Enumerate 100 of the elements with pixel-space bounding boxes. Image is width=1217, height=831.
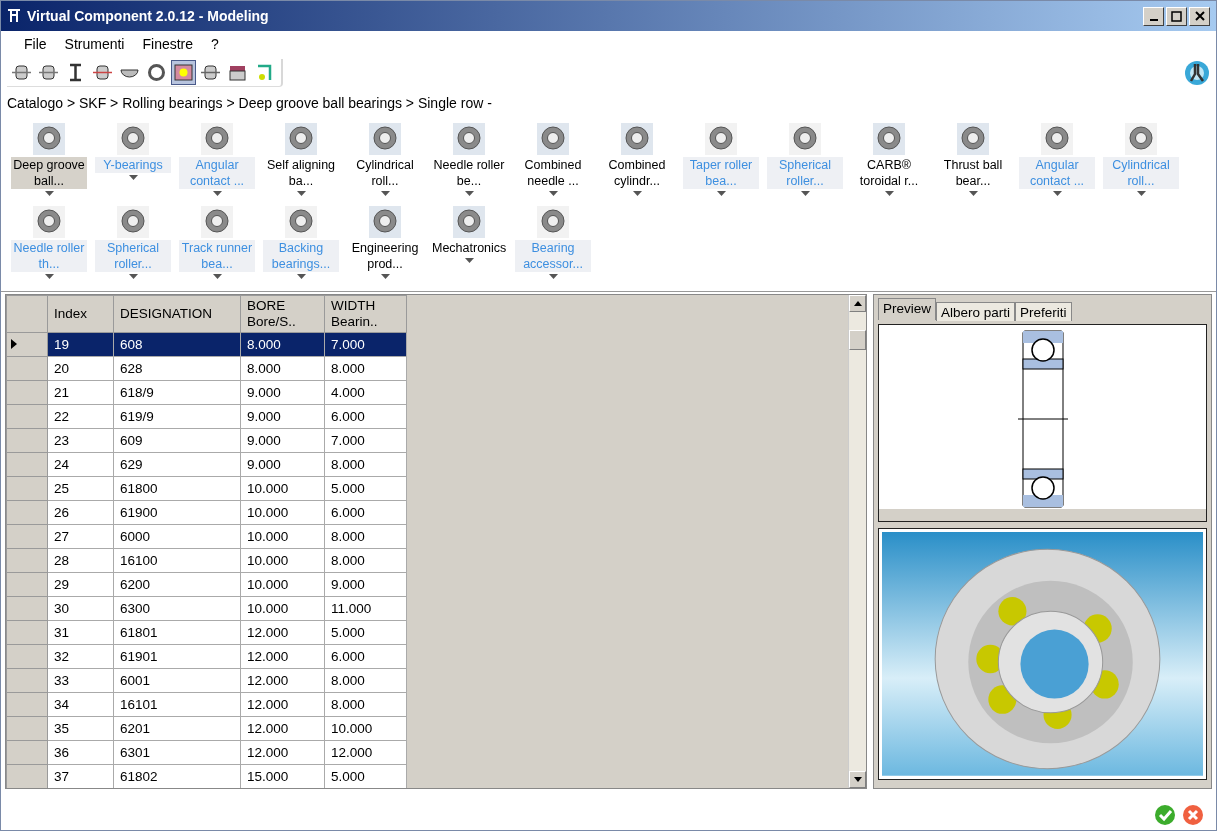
table-cell: 16100 xyxy=(113,548,241,573)
table-cell: 629 xyxy=(113,452,241,477)
column-header[interactable]: BORE Bore/S.. xyxy=(240,295,325,333)
tool-icon xyxy=(200,62,221,83)
dropdown-caret-icon[interactable] xyxy=(968,191,978,196)
dropdown-caret-icon[interactable] xyxy=(380,274,390,279)
table-cell: 6200 xyxy=(113,572,241,597)
dropdown-caret-icon[interactable] xyxy=(1136,191,1146,196)
category-item[interactable]: Combined cylindr... xyxy=(599,157,675,189)
minimize-button[interactable] xyxy=(1143,6,1164,26)
category-item[interactable]: Thrust ball bear... xyxy=(935,157,1011,189)
table-cell: 61901 xyxy=(113,644,241,669)
bearing-icon xyxy=(705,123,737,155)
table-cell: 6300 xyxy=(113,596,241,621)
close-icon xyxy=(1194,11,1205,21)
tool-icon xyxy=(146,62,167,83)
table-cell: 609 xyxy=(113,428,241,453)
toolbar-button[interactable] xyxy=(171,60,196,85)
bearing-icon xyxy=(873,123,905,155)
category-item[interactable]: Deep groove ball... xyxy=(11,157,87,189)
category-item[interactable]: Cylindrical roll... xyxy=(347,157,423,189)
menu-item[interactable]: Finestre xyxy=(133,36,203,52)
bearing-icon xyxy=(117,123,149,155)
minimize-icon xyxy=(1149,19,1158,21)
app-icon xyxy=(7,8,21,24)
bearing-icon xyxy=(201,123,233,155)
table-cell: 61800 xyxy=(113,476,241,501)
bearing-icon xyxy=(117,206,149,238)
dropdown-caret-icon[interactable] xyxy=(548,191,558,196)
bearing-icon xyxy=(285,206,317,238)
scrollbar[interactable] xyxy=(848,295,866,788)
column-header[interactable]: Index xyxy=(47,295,114,333)
dropdown-caret-icon[interactable] xyxy=(212,191,222,196)
category-item[interactable]: Self aligning ba... xyxy=(263,157,339,189)
table-cell: 61900 xyxy=(113,500,241,525)
scroll-thumb[interactable] xyxy=(849,330,866,350)
bearing-icon xyxy=(33,123,65,155)
tab[interactable]: Albero parti xyxy=(936,302,1016,322)
confirm-icon[interactable] xyxy=(1154,804,1176,826)
bearing-icon xyxy=(621,123,653,155)
bearing-icon xyxy=(957,123,989,155)
tab[interactable]: Preview xyxy=(878,298,936,321)
tab[interactable]: Preferiti xyxy=(1015,302,1072,322)
tool-icon xyxy=(173,62,194,83)
bearing-icon xyxy=(789,123,821,155)
dropdown-caret-icon[interactable] xyxy=(716,191,726,196)
table-cell: 16101 xyxy=(113,692,241,717)
table-cell: 608 xyxy=(113,332,241,357)
bearing-icon xyxy=(285,123,317,155)
row-pointer-icon xyxy=(11,339,17,349)
bearing-icon xyxy=(453,206,485,238)
table-cell: 619/9 xyxy=(113,404,241,429)
table-cell: 6001 xyxy=(113,668,241,693)
cancel-icon[interactable] xyxy=(1182,804,1204,826)
menu-item[interactable]: Strumenti xyxy=(55,36,134,52)
category-item[interactable]: Combined needle ... xyxy=(515,157,591,189)
category-item[interactable]: CARB® toroidal r... xyxy=(851,157,927,189)
dropdown-caret-icon[interactable] xyxy=(464,258,474,263)
scroll-down-icon xyxy=(853,777,862,782)
dropdown-caret-icon[interactable] xyxy=(632,191,642,196)
table-cell: 6201 xyxy=(113,716,241,741)
table-cell: 6301 xyxy=(113,740,241,765)
maximize-button[interactable] xyxy=(1166,6,1187,26)
bearing-icon xyxy=(369,206,401,238)
bearing-icon xyxy=(369,123,401,155)
bearing-icon xyxy=(537,206,569,238)
dropdown-caret-icon[interactable] xyxy=(128,274,138,279)
dropdown-caret-icon[interactable] xyxy=(212,274,222,279)
dropdown-caret-icon[interactable] xyxy=(884,191,894,196)
column-header[interactable]: WIDTH Bearin.. xyxy=(324,295,407,333)
table-cell: 628 xyxy=(113,356,241,381)
menu-item[interactable]: File xyxy=(15,36,56,52)
breadcrumb: Catalogo > SKF > Rolling bearings > Deep groove ball bearings > Single row - xyxy=(6,94,493,113)
bearing-icon xyxy=(453,123,485,155)
dropdown-caret-icon[interactable] xyxy=(296,274,306,279)
dropdown-caret-icon[interactable] xyxy=(128,175,138,180)
table-cell: 61801 xyxy=(113,620,241,645)
dropdown-caret-icon[interactable] xyxy=(1052,191,1062,196)
dropdown-caret-icon[interactable] xyxy=(800,191,810,196)
tool-icon xyxy=(11,62,32,83)
menu-item[interactable]: ? xyxy=(202,36,228,52)
close-button[interactable] xyxy=(1189,6,1210,26)
dropdown-caret-icon[interactable] xyxy=(44,274,54,279)
wrench-icon[interactable] xyxy=(1184,60,1210,86)
bearing-icon xyxy=(33,206,65,238)
category-item[interactable]: Mechatronics xyxy=(431,240,507,256)
row-header[interactable] xyxy=(6,332,48,357)
scroll-up-icon xyxy=(853,301,862,306)
table-cell: 61802 xyxy=(113,764,241,788)
category-item[interactable]: Engineering prod... xyxy=(347,240,423,272)
dropdown-caret-icon[interactable] xyxy=(380,191,390,196)
table-cell: 618/9 xyxy=(113,380,241,405)
window-title: Virtual Component 2.0.12 - Modeling xyxy=(27,8,270,24)
column-header[interactable]: DESIGNATION xyxy=(113,295,241,333)
table-cell: 6000 xyxy=(113,524,241,549)
dropdown-caret-icon[interactable] xyxy=(548,274,558,279)
dropdown-caret-icon[interactable] xyxy=(44,191,54,196)
dropdown-caret-icon[interactable] xyxy=(464,191,474,196)
category-item[interactable]: Needle roller be... xyxy=(431,157,507,189)
dropdown-caret-icon[interactable] xyxy=(296,191,306,196)
